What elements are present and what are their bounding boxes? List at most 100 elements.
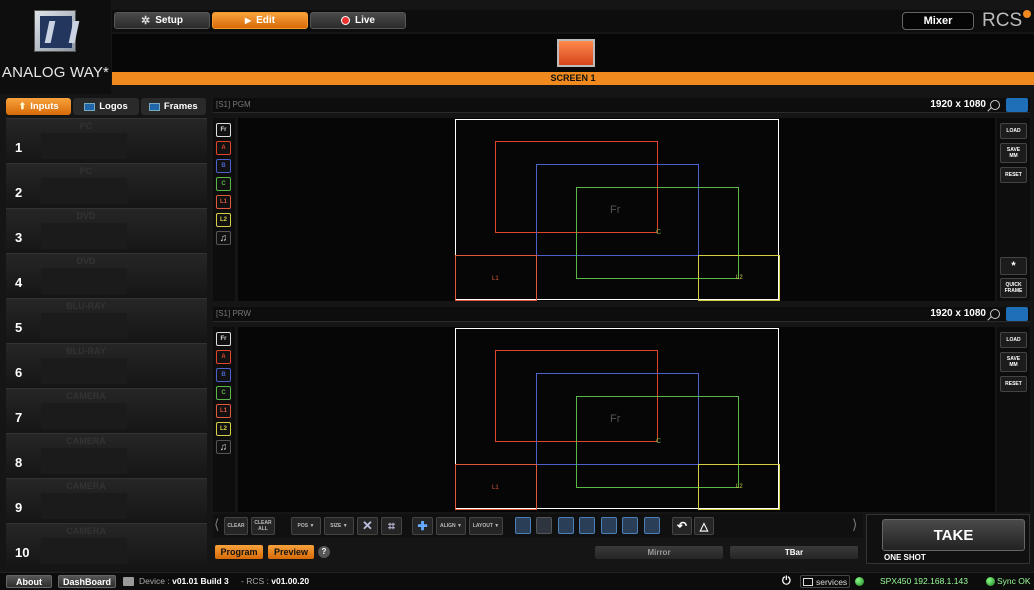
mirror-button[interactable]: Mirror	[595, 546, 723, 559]
zoom-icon[interactable]	[990, 309, 1000, 319]
fullscreen-icon[interactable]: ⌗	[381, 517, 402, 535]
input-name: DVD	[76, 211, 96, 221]
select-icon[interactable]	[515, 517, 531, 534]
layout-dropdown[interactable]: LAYOUT ▼	[469, 517, 503, 535]
tab-logos-label: Logos	[99, 101, 128, 112]
tab-logos[interactable]: Logos	[73, 98, 139, 115]
layer-button-fr[interactable]: Fr	[216, 332, 231, 346]
device-version-text: Device : v01.01 Build 3	[139, 576, 229, 586]
curve-icon[interactable]: ↶	[672, 517, 692, 535]
load-button[interactable]: LOAD	[1000, 332, 1027, 348]
clear-all-button[interactable]: CLEAR ALL	[251, 517, 275, 535]
scroll-left-icon[interactable]: ⟨	[214, 516, 219, 533]
dashboard-button[interactable]: DashBoard	[58, 575, 116, 588]
reset-button[interactable]: RESET	[1000, 167, 1027, 183]
input-thumbnail	[41, 178, 127, 204]
rcs-version: v01.00.20	[271, 576, 310, 586]
services-label: services	[816, 576, 848, 587]
input-name: CAMERA	[66, 436, 106, 446]
save-mm-button[interactable]: SAVE MM	[1000, 143, 1027, 163]
input-thumbnail	[41, 493, 127, 519]
device-ip: 192.168.1.143	[913, 576, 968, 586]
input-row[interactable]: CAMERA 7	[6, 388, 207, 431]
input-row[interactable]: PC 2	[6, 163, 207, 206]
source-tabs: ⬆ Inputs Logos Frames	[6, 98, 206, 115]
input-row[interactable]: CAMERA 9	[6, 478, 207, 521]
take-button[interactable]: TAKE	[882, 519, 1025, 551]
rcs-version-prefix: - RCS :	[241, 576, 269, 586]
tab-edit[interactable]: ▶ Edit	[212, 12, 308, 29]
quick-frame-icon[interactable]: *	[1000, 257, 1027, 275]
swap-icon[interactable]	[622, 517, 638, 534]
layer-l1-label: L1	[492, 276, 499, 282]
app-window: { "brand": {"logo_text": "ANALOG WAY*", …	[0, 0, 1034, 590]
device-icon	[123, 577, 134, 586]
layer-button-a[interactable]: A	[216, 350, 231, 364]
align-dropdown[interactable]: ALIGN ▼	[436, 517, 466, 535]
layer-button-l2[interactable]: L2	[216, 213, 231, 227]
send-back-icon[interactable]	[579, 517, 595, 534]
input-row[interactable]: BLU-RAY 6	[6, 343, 207, 386]
pos-dropdown[interactable]: POS ▼	[291, 517, 321, 535]
snapshot-icon[interactable]	[1006, 307, 1028, 321]
grid-icon[interactable]	[536, 517, 552, 534]
input-row[interactable]: BLU-RAY 5	[6, 298, 207, 341]
quick-frame-button[interactable]: QUICK FRAME	[1000, 278, 1027, 298]
reset-button[interactable]: RESET	[1000, 376, 1027, 392]
shrink-icon[interactable]: ✕	[357, 517, 378, 535]
input-number: 4	[15, 275, 23, 290]
preview-button[interactable]: Preview	[268, 545, 314, 559]
program-canvas[interactable]: Fr C L1 L2	[238, 118, 995, 301]
input-row[interactable]: PC 1	[6, 118, 207, 161]
monitor-icon[interactable]	[644, 517, 660, 534]
image-icon[interactable]	[601, 517, 617, 534]
layer-button-c[interactable]: C	[216, 177, 231, 191]
input-row[interactable]: CAMERA 10	[6, 523, 207, 566]
help-icon[interactable]: ?	[318, 546, 330, 558]
tab-frames-label: Frames	[163, 101, 198, 112]
triangle-icon[interactable]: △	[694, 517, 714, 535]
layer-button-b[interactable]: B	[216, 368, 231, 382]
layer-button-fr[interactable]: Fr	[216, 123, 231, 137]
tbar-button[interactable]: TBar	[730, 546, 858, 559]
preview-canvas[interactable]: Fr C L1 L2	[238, 327, 995, 512]
save-mm-button[interactable]: SAVE MM	[1000, 352, 1027, 372]
rcs-badge-icon	[1023, 10, 1032, 18]
input-row[interactable]: DVD 4	[6, 253, 207, 296]
zoom-icon[interactable]	[990, 100, 1000, 110]
program-resolution: 1920 x 1080	[930, 99, 986, 110]
services-status-icon	[855, 577, 864, 586]
about-button[interactable]: About	[6, 575, 52, 588]
input-name: PC	[79, 121, 93, 131]
input-name: CAMERA	[66, 526, 106, 536]
bring-front-icon[interactable]	[558, 517, 574, 534]
size-dropdown[interactable]: SIZE ▼	[324, 517, 354, 535]
frame-label: Fr	[610, 204, 621, 216]
mixer-button[interactable]: Mixer	[902, 12, 974, 30]
services-button[interactable]: services	[800, 575, 850, 588]
tab-setup[interactable]: ✲ Setup	[114, 12, 210, 29]
tab-frames[interactable]: Frames	[140, 98, 206, 115]
scroll-right-icon[interactable]: ⟩	[852, 516, 857, 533]
layer-button-c[interactable]: C	[216, 386, 231, 400]
clear-button[interactable]: CLEAR	[224, 517, 248, 535]
tab-live[interactable]: Live	[310, 12, 406, 29]
tab-inputs[interactable]: ⬆ Inputs	[6, 98, 72, 115]
center-icon[interactable]: ✚	[412, 517, 433, 535]
power-icon[interactable]: ⏻	[782, 575, 791, 588]
audio-icon[interactable]: ♫	[216, 231, 231, 245]
layer-c-label: C	[656, 229, 662, 236]
input-row[interactable]: CAMERA 8	[6, 433, 207, 476]
layer-button-a[interactable]: A	[216, 141, 231, 155]
screen-1-thumbnail[interactable]	[557, 39, 595, 67]
input-number: 3	[15, 230, 23, 245]
layer-button-l1[interactable]: L1	[216, 404, 231, 418]
layer-button-l2[interactable]: L2	[216, 422, 231, 436]
input-row[interactable]: DVD 3	[6, 208, 207, 251]
audio-icon[interactable]: ♫	[216, 440, 231, 454]
layer-button-l1[interactable]: L1	[216, 195, 231, 209]
program-button[interactable]: Program	[215, 545, 263, 559]
layer-button-b[interactable]: B	[216, 159, 231, 173]
load-button[interactable]: LOAD	[1000, 123, 1027, 139]
snapshot-icon[interactable]	[1006, 98, 1028, 112]
